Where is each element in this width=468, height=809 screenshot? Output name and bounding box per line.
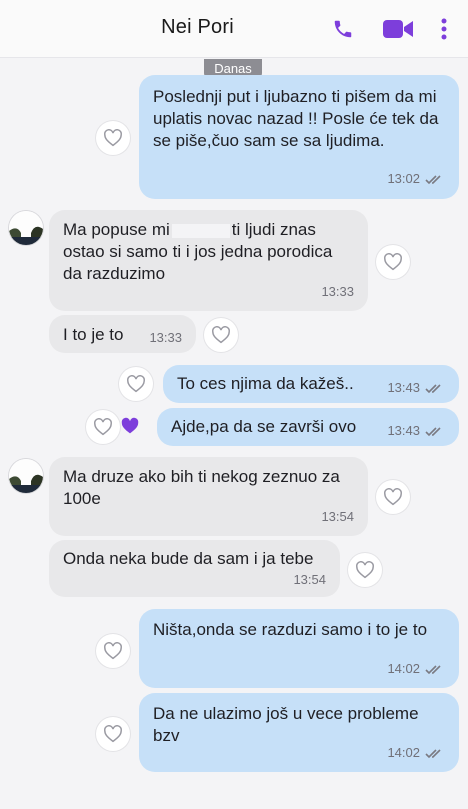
message-time: 14:02 [387,661,420,676]
message-meta: 13:33 [321,281,354,303]
double-check-icon [425,664,441,674]
heart-icon [127,375,145,393]
more-options-icon[interactable] [436,14,452,44]
double-check-icon [425,426,441,436]
message-time: 14:02 [387,745,420,760]
redaction-mark [171,223,230,238]
phone-icon[interactable] [330,14,356,44]
message-bubble-incoming[interactable]: Ma druze ako bih ti nekog zeznuo za 100e… [49,457,368,536]
video-call-icon[interactable] [380,14,416,44]
message-meta: 13:02 [387,168,445,190]
like-button[interactable] [96,634,130,668]
message-time: 13:43 [387,423,420,438]
like-button[interactable] [96,121,130,155]
message-bubble-outgoing[interactable]: Poslednji put i ljubazno ti pišem da mi … [139,75,459,199]
message-text: Da ne ulazimo još u vece probleme bzv [153,704,419,745]
message-bubble-outgoing[interactable]: Da ne ulazimo još u vece probleme bzv 14… [139,693,459,772]
message-time: 13:54 [293,572,326,587]
message-bubble-incoming[interactable]: Onda neka bude da sam i ja tebe 13:54 [49,540,340,597]
message-text: Poslednji put i ljubazno ti pišem da mi … [153,87,439,150]
heart-icon [356,561,374,579]
like-button[interactable] [86,410,120,444]
message-text: Ma popuse mi ti ljudi znas ostao si samo … [63,219,354,285]
heart-icon [104,642,122,660]
message-bubble-outgoing[interactable]: Ništa,onda se razduzi samo i to je to 14… [139,609,459,688]
message-time: 13:33 [321,284,354,299]
message-bubble-outgoing[interactable]: Ajde,pa da se završi ovo 13:43 [157,408,459,446]
message-text-start: Ma popuse mi [63,220,170,239]
message-bubble-incoming[interactable]: Ma popuse mi ti ljudi znas ostao si samo … [49,210,368,311]
like-button[interactable] [119,367,153,401]
like-button[interactable] [204,318,238,352]
like-button[interactable] [96,717,130,751]
message-meta: 13:43 [387,377,445,399]
like-button[interactable] [376,480,410,514]
chat-header: Nei Pori [0,0,468,58]
message-meta: 14:02 [387,742,445,764]
heart-icon [384,253,402,271]
double-check-icon [425,748,441,758]
double-check-icon [425,383,441,393]
message-meta: 14:02 [387,658,445,680]
message-bubble-outgoing[interactable]: To ces njima da kažeš.. 13:43 [163,365,459,403]
message-meta: 13:33 [149,327,182,349]
message-text: Ništa,onda se razduzi samo i to je to [153,620,428,639]
message-text: Ma druze ako bih ti nekog zeznuo za 100e [63,467,340,508]
like-button[interactable] [376,245,410,279]
message-time: 13:33 [149,330,182,345]
message-bubble-incoming[interactable]: I to je to 13:33 [49,315,196,353]
heart-reaction-icon[interactable] [120,417,142,437]
heart-icon [104,129,122,147]
heart-icon [212,326,230,344]
message-text: Onda neka bude da sam i ja tebe [63,549,314,568]
message-time: 13:43 [387,380,420,395]
like-button[interactable] [348,553,382,587]
heart-icon [104,725,122,743]
message-meta: 13:43 [387,420,445,442]
message-meta: 13:54 [321,506,354,528]
heart-icon [94,418,112,436]
avatar[interactable] [9,459,43,493]
message-time: 13:54 [321,509,354,524]
double-check-icon [425,174,441,184]
heart-icon [384,488,402,506]
avatar[interactable] [9,211,43,245]
message-meta: 13:54 [293,569,326,591]
message-time: 13:02 [387,171,420,186]
